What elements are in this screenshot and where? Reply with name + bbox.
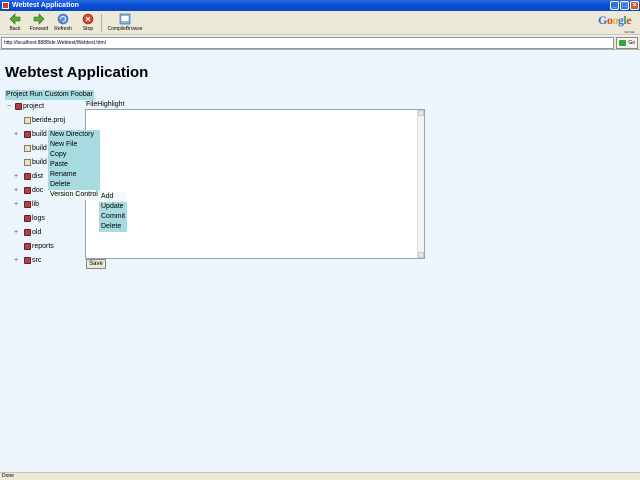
expand-icon[interactable]: + [14,186,20,196]
forward-button[interactable]: Forward [28,13,50,34]
folder-icon [15,103,22,110]
version-control-submenu: Add Update Commit Delete [99,192,127,232]
submenu-item-commit[interactable]: Commit [99,212,127,222]
compile-label: CompileBrowse [107,26,143,32]
google-subtitle: Web Toolkit [624,30,634,34]
expand-icon[interactable]: + [14,256,20,266]
address-bar: http://localhost:8888/de.Webtest/Webtest… [0,36,640,50]
forward-label: Forward [29,26,49,32]
menu-run[interactable]: Run [29,90,44,100]
scroll-up-icon[interactable] [418,110,424,116]
folder-icon [24,215,31,222]
menu-item-delete[interactable]: Delete [48,180,100,190]
menu-item-version-control[interactable]: Version Control [48,190,100,200]
tree-item-label: beride.proj [32,117,66,124]
tree-item-label: old [32,229,42,236]
menu-foobar[interactable]: Foobar [70,90,94,100]
expand-icon[interactable]: + [14,172,20,182]
folder-icon [24,131,31,138]
tree-item-label: reports [32,243,54,250]
submenu-item-add[interactable]: Add [99,192,127,202]
go-arrow-icon [619,40,626,46]
collapse-icon[interactable]: − [7,102,13,112]
folder-icon [24,187,31,194]
menu-item-new-directory[interactable]: New Directory [48,130,100,140]
app-menubar: Project Run Custom Foobar [5,90,94,100]
editor-tabs: FileHighlight [86,100,125,109]
compile-browse-button[interactable]: CompileBrowse [106,13,144,34]
forward-arrow-icon [33,13,45,25]
status-text: Done [2,473,14,479]
compile-icon [119,13,131,25]
submenu-item-update[interactable]: Update [99,202,127,212]
editor-scrollbar[interactable] [417,110,424,258]
context-menu: New Directory New File Copy Paste Rename… [48,130,100,200]
tree-item-label: logs [32,215,45,222]
tree-item-label: doc [32,187,44,194]
folder-icon [24,243,31,250]
expand-icon[interactable]: + [14,228,20,238]
menu-item-copy[interactable]: Copy [48,150,100,160]
back-arrow-icon [9,13,21,25]
menu-custom[interactable]: Custom [44,90,70,100]
browser-toolbar: Back Forward Refresh Stop CompileBrowse [0,11,640,35]
minimize-icon[interactable]: _ [610,1,619,10]
maximize-icon[interactable]: □ [620,1,629,10]
expand-icon[interactable]: + [14,200,20,210]
go-label: Go [628,40,635,46]
folder-icon [24,257,31,264]
tab-highlight[interactable]: Highlight [97,101,124,108]
menu-project[interactable]: Project [5,90,29,100]
refresh-button[interactable]: Refresh [53,13,73,34]
back-label: Back [9,26,21,32]
tree-item-label: build [32,131,47,138]
file-icon [24,117,31,124]
window-title: Webtest Application [12,2,79,9]
refresh-icon [57,13,69,25]
file-icon [24,159,31,166]
refresh-label: Refresh [54,26,72,32]
google-logo: Google Web Toolkit [598,13,634,34]
close-icon[interactable]: × [630,1,639,10]
tree-root-label: project [23,103,45,110]
tree-item-label: build [32,145,47,152]
save-button[interactable]: Save [86,259,106,269]
status-bar: Done [0,472,640,480]
folder-icon [24,229,31,236]
back-button[interactable]: Back [6,13,24,34]
page-title: Webtest Application [5,64,149,81]
folder-icon [24,173,31,180]
scroll-down-icon[interactable] [418,252,424,258]
go-button[interactable]: Go [616,37,638,49]
folder-icon [24,201,31,208]
app-icon [2,2,9,9]
window-titlebar: Webtest Application _ □ × [0,0,640,11]
tree-item-label: dist [32,173,43,180]
menu-item-new-file[interactable]: New File [48,140,100,150]
file-icon [24,145,31,152]
stop-icon [82,13,94,25]
tree-item-label: src [32,257,42,264]
toolbar-divider [101,14,102,32]
tab-file[interactable]: File [86,101,97,108]
menu-item-paste[interactable]: Paste [48,160,100,170]
stop-button[interactable]: Stop [80,13,96,34]
submenu-item-delete[interactable]: Delete [99,222,127,232]
stop-label: Stop [82,26,94,32]
editor-textarea[interactable] [85,109,425,259]
tree-item-label: lib [32,201,40,208]
tree-item-label: build [32,159,47,166]
url-input[interactable]: http://localhost:8888/de.Webtest/Webtest… [1,37,614,49]
expand-icon[interactable]: + [14,130,20,140]
menu-item-rename[interactable]: Rename [48,170,100,180]
